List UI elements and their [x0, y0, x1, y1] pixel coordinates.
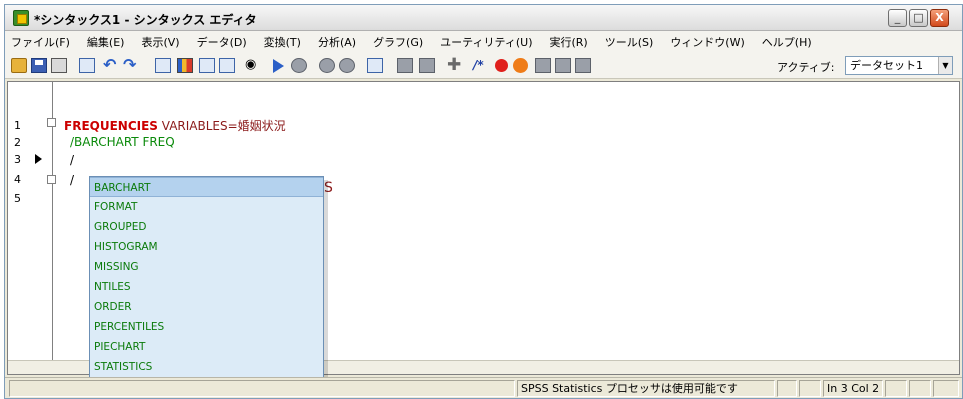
fold-marker-icon[interactable] — [47, 118, 56, 127]
code-line-4[interactable]: / — [70, 173, 74, 187]
comment-toggle-icon[interactable]: /* — [473, 58, 489, 73]
menu-file[interactable]: ファイル(F) — [11, 34, 70, 50]
menu-help[interactable]: ヘルプ(H) — [762, 34, 812, 50]
window-icon[interactable] — [575, 58, 591, 73]
step-into-icon[interactable] — [535, 58, 551, 73]
autocomplete-item[interactable]: BARCHART — [90, 177, 323, 197]
comment-icon[interactable] — [291, 58, 307, 73]
autocomplete-item[interactable]: HISTOGRAM — [90, 237, 323, 257]
autocomplete-item[interactable]: STATISTICS — [90, 357, 323, 377]
save-icon[interactable] — [31, 58, 47, 73]
frequencies-keyword: FREQUENCIES — [64, 119, 158, 133]
autocomplete-item[interactable]: GROUPED — [90, 217, 323, 237]
line-number: 3 — [14, 153, 21, 166]
find-icon[interactable]: ◉ — [245, 58, 261, 73]
status-bar: SPSS Statistics プロセッサは使用可能です In 3 Col 2 — [5, 377, 962, 398]
line-number: 1 — [14, 119, 21, 132]
menu-run[interactable]: 実行(R) — [550, 34, 588, 50]
autocomplete-item[interactable]: MISSING — [90, 257, 323, 277]
chevron-down-icon[interactable]: ▼ — [938, 57, 952, 74]
open-icon[interactable] — [11, 58, 27, 73]
redo-icon[interactable]: ↷ — [123, 57, 141, 73]
menu-edit[interactable]: 編集(E) — [87, 34, 125, 50]
slash-text: / — [70, 153, 75, 167]
app-icon — [13, 10, 29, 26]
code-line-1[interactable]: FREQUENCIES VARIABLES=婚姻状況 — [64, 117, 286, 134]
status-message-cell — [9, 380, 515, 397]
breakpoint-icon[interactable] — [339, 58, 355, 73]
check-icon[interactable] — [513, 58, 528, 73]
menu-transform[interactable]: 変換(T) — [264, 34, 301, 50]
menu-bar: ファイル(F) 編集(E) 表示(V) データ(D) 変換(T) 分析(A) グ… — [5, 31, 962, 53]
autocomplete-item[interactable]: FORMAT — [90, 197, 323, 217]
status-cell — [933, 380, 959, 397]
menu-view[interactable]: 表示(V) — [141, 34, 179, 50]
slash-text: / — [70, 173, 75, 187]
line-number: 4 — [14, 173, 21, 186]
fold-marker-icon[interactable] — [47, 175, 56, 184]
step-over-icon[interactable] — [555, 58, 571, 73]
help-icon[interactable] — [219, 58, 235, 73]
menu-tools[interactable]: ツール(S) — [605, 34, 654, 50]
status-cell — [885, 380, 907, 397]
autocomplete-item[interactable]: PIECHART — [90, 337, 323, 357]
autocomplete-item[interactable]: ORDER — [90, 297, 323, 317]
menu-window[interactable]: ウィンドウ(W) — [670, 34, 744, 50]
code-line-3[interactable]: / — [70, 153, 74, 167]
active-dataset-label: アクティブ: — [777, 61, 835, 74]
print-icon[interactable] — [51, 58, 67, 73]
autocomplete-item[interactable]: NTILES — [90, 277, 323, 297]
autocomplete-popup[interactable]: BARCHART FORMAT GROUPED HISTOGRAM MISSIN… — [89, 176, 324, 382]
window-title: *シンタックス1 - シンタックス エディタ — [34, 13, 257, 27]
autocomplete-item[interactable]: PERCENTILES — [90, 317, 323, 337]
bookmark-icon[interactable] — [319, 58, 335, 73]
menu-data[interactable]: データ(D) — [197, 34, 247, 50]
close-button[interactable]: X — [930, 9, 949, 27]
step-icon[interactable] — [419, 58, 435, 73]
minimize-button[interactable]: _ — [888, 9, 907, 27]
undo-icon[interactable]: ↶ — [103, 57, 121, 73]
line-number: 2 — [14, 136, 21, 149]
variables-clause: VARIABLES=婚姻状況 — [157, 119, 286, 133]
status-cell — [777, 380, 797, 397]
cursor-position: In 3 Col 2 — [823, 380, 883, 397]
title-bar[interactable]: *シンタックス1 - シンタックス エディタ _ □ X — [5, 5, 962, 31]
goto-data-icon[interactable] — [155, 58, 171, 73]
run-icon[interactable] — [273, 59, 284, 73]
toolbar: ↶ ↷ ◉ ✚ /* アクティブ: データセット1 ▼ — [5, 53, 962, 79]
menu-utilities[interactable]: ユーティリティ(U) — [440, 34, 532, 50]
add-icon[interactable]: ✚ — [447, 57, 463, 74]
status-cell — [909, 380, 931, 397]
dialog-recall-icon[interactable] — [79, 58, 95, 73]
code-line-2[interactable]: /BARCHART FREQ — [70, 135, 175, 149]
status-cell — [799, 380, 821, 397]
toggle-icon[interactable] — [367, 58, 383, 73]
processor-status: SPSS Statistics プロセッサは使用可能です — [517, 380, 775, 397]
active-dataset-select[interactable]: データセット1 ▼ — [845, 56, 953, 75]
record-icon[interactable] — [397, 58, 413, 73]
maximize-button[interactable]: □ — [909, 9, 928, 27]
menu-graphs[interactable]: グラフ(G) — [373, 34, 423, 50]
line-number: 5 — [14, 192, 21, 205]
menu-analyze[interactable]: 分析(A) — [318, 34, 356, 50]
variables-icon[interactable] — [177, 58, 193, 73]
stop-icon[interactable] — [495, 59, 508, 72]
line-number-gutter: 1 2 3 4 5 — [8, 82, 68, 374]
current-line-pointer-icon — [35, 154, 42, 164]
active-dataset-value: データセット1 — [850, 59, 923, 72]
syntax-editor-window: *シンタックス1 - シンタックス エディタ _ □ X ファイル(F) 編集(… — [4, 4, 963, 399]
insert-icon[interactable] — [199, 58, 215, 73]
barchart-subcommand: /BARCHART FREQ — [70, 135, 175, 149]
